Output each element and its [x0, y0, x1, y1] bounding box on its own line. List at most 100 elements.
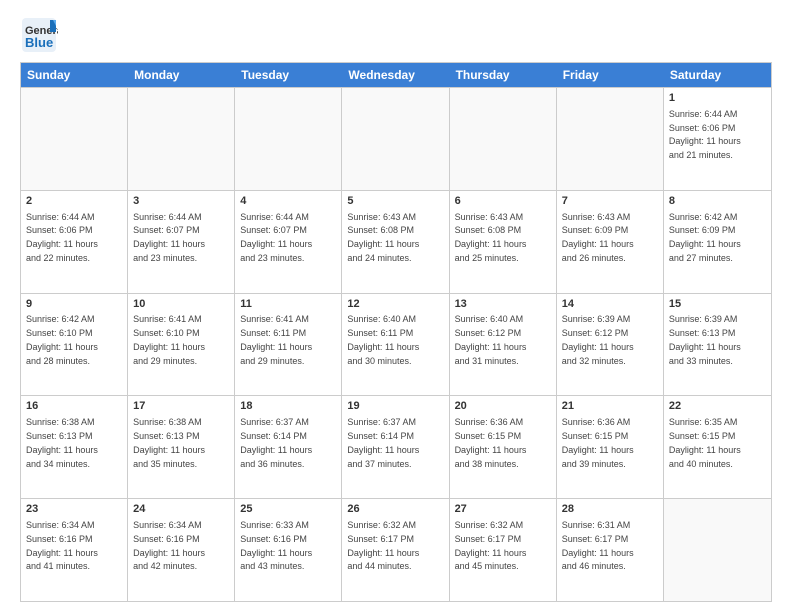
calendar-cell — [450, 88, 557, 190]
day-info: Sunrise: 6:44 AM Sunset: 6:06 PM Dayligh… — [669, 109, 741, 160]
day-info: Sunrise: 6:31 AM Sunset: 6:17 PM Dayligh… — [562, 520, 634, 571]
calendar-cell — [235, 88, 342, 190]
day-number: 15 — [669, 297, 766, 312]
calendar-row: 2 Sunrise: 6:44 AM Sunset: 6:06 PM Daylig… — [21, 190, 771, 293]
day-number: 5 — [347, 194, 443, 209]
day-info: Sunrise: 6:37 AM Sunset: 6:14 PM Dayligh… — [347, 417, 419, 468]
day-info: Sunrise: 6:42 AM Sunset: 6:09 PM Dayligh… — [669, 212, 741, 263]
calendar-cell — [21, 88, 128, 190]
day-number: 3 — [133, 194, 229, 209]
calendar-cell: 10 Sunrise: 6:41 AM Sunset: 6:10 PM Dayli… — [128, 294, 235, 396]
day-info: Sunrise: 6:40 AM Sunset: 6:12 PM Dayligh… — [455, 314, 527, 365]
calendar-body: 1Sunrise: 6:44 AM Sunset: 6:06 PM Daylig… — [21, 87, 771, 601]
weekday-header: Monday — [128, 63, 235, 87]
page: General Blue SundayMondayTuesdayWednesda… — [0, 0, 792, 612]
weekday-header: Sunday — [21, 63, 128, 87]
day-info: Sunrise: 6:34 AM Sunset: 6:16 PM Dayligh… — [26, 520, 98, 571]
weekday-header: Friday — [557, 63, 664, 87]
day-number: 2 — [26, 194, 122, 209]
calendar-cell: 20Sunrise: 6:36 AM Sunset: 6:15 PM Dayli… — [450, 396, 557, 498]
day-info: Sunrise: 6:32 AM Sunset: 6:17 PM Dayligh… — [347, 520, 419, 571]
day-number: 7 — [562, 194, 658, 209]
calendar-cell: 5 Sunrise: 6:43 AM Sunset: 6:08 PM Daylig… — [342, 191, 449, 293]
day-number: 11 — [240, 297, 336, 312]
calendar-cell — [664, 499, 771, 601]
weekday-header: Tuesday — [235, 63, 342, 87]
day-number: 25 — [240, 502, 336, 517]
day-number: 16 — [26, 399, 122, 414]
day-info: Sunrise: 6:39 AM Sunset: 6:12 PM Dayligh… — [562, 314, 634, 365]
svg-text:Blue: Blue — [25, 35, 53, 50]
day-number: 17 — [133, 399, 229, 414]
day-number: 18 — [240, 399, 336, 414]
day-info: Sunrise: 6:44 AM Sunset: 6:07 PM Dayligh… — [133, 212, 205, 263]
calendar-cell: 14 Sunrise: 6:39 AM Sunset: 6:12 PM Dayli… — [557, 294, 664, 396]
calendar-cell: 23Sunrise: 6:34 AM Sunset: 6:16 PM Dayli… — [21, 499, 128, 601]
calendar-cell: 17 Sunrise: 6:38 AM Sunset: 6:13 PM Dayli… — [128, 396, 235, 498]
calendar-row: 16 Sunrise: 6:38 AM Sunset: 6:13 PM Dayli… — [21, 395, 771, 498]
day-info: Sunrise: 6:39 AM Sunset: 6:13 PM Dayligh… — [669, 314, 741, 365]
day-info: Sunrise: 6:43 AM Sunset: 6:08 PM Dayligh… — [347, 212, 419, 263]
logo: General Blue — [20, 16, 58, 54]
calendar-cell — [342, 88, 449, 190]
calendar-cell: 4Sunrise: 6:44 AM Sunset: 6:07 PM Daylig… — [235, 191, 342, 293]
day-number: 22 — [669, 399, 766, 414]
day-number: 21 — [562, 399, 658, 414]
calendar-cell: 26 Sunrise: 6:32 AM Sunset: 6:17 PM Dayli… — [342, 499, 449, 601]
day-info: Sunrise: 6:36 AM Sunset: 6:15 PM Dayligh… — [455, 417, 527, 468]
day-number: 27 — [455, 502, 551, 517]
day-number: 6 — [455, 194, 551, 209]
day-number: 4 — [240, 194, 336, 209]
day-number: 14 — [562, 297, 658, 312]
calendar-cell: 21 Sunrise: 6:36 AM Sunset: 6:15 PM Dayli… — [557, 396, 664, 498]
weekday-header: Wednesday — [342, 63, 449, 87]
weekday-header: Saturday — [664, 63, 771, 87]
day-info: Sunrise: 6:37 AM Sunset: 6:14 PM Dayligh… — [240, 417, 312, 468]
day-info: Sunrise: 6:36 AM Sunset: 6:15 PM Dayligh… — [562, 417, 634, 468]
calendar-cell: 6 Sunrise: 6:43 AM Sunset: 6:08 PM Daylig… — [450, 191, 557, 293]
day-number: 24 — [133, 502, 229, 517]
calendar-cell: 1Sunrise: 6:44 AM Sunset: 6:06 PM Daylig… — [664, 88, 771, 190]
day-info: Sunrise: 6:44 AM Sunset: 6:06 PM Dayligh… — [26, 212, 98, 263]
day-info: Sunrise: 6:35 AM Sunset: 6:15 PM Dayligh… — [669, 417, 741, 468]
day-info: Sunrise: 6:32 AM Sunset: 6:17 PM Dayligh… — [455, 520, 527, 571]
calendar-header: SundayMondayTuesdayWednesdayThursdayFrid… — [21, 63, 771, 87]
calendar-cell: 16 Sunrise: 6:38 AM Sunset: 6:13 PM Dayli… — [21, 396, 128, 498]
calendar-cell: 3 Sunrise: 6:44 AM Sunset: 6:07 PM Daylig… — [128, 191, 235, 293]
calendar-cell: 9 Sunrise: 6:42 AM Sunset: 6:10 PM Daylig… — [21, 294, 128, 396]
day-info: Sunrise: 6:34 AM Sunset: 6:16 PM Dayligh… — [133, 520, 205, 571]
day-number: 8 — [669, 194, 766, 209]
day-number: 26 — [347, 502, 443, 517]
calendar-cell: 2 Sunrise: 6:44 AM Sunset: 6:06 PM Daylig… — [21, 191, 128, 293]
calendar-cell: 11 Sunrise: 6:41 AM Sunset: 6:11 PM Dayli… — [235, 294, 342, 396]
day-info: Sunrise: 6:42 AM Sunset: 6:10 PM Dayligh… — [26, 314, 98, 365]
calendar-row: 9 Sunrise: 6:42 AM Sunset: 6:10 PM Daylig… — [21, 293, 771, 396]
calendar-cell: 7 Sunrise: 6:43 AM Sunset: 6:09 PM Daylig… — [557, 191, 664, 293]
day-info: Sunrise: 6:43 AM Sunset: 6:09 PM Dayligh… — [562, 212, 634, 263]
calendar: SundayMondayTuesdayWednesdayThursdayFrid… — [20, 62, 772, 602]
logo-icon: General Blue — [20, 16, 58, 54]
day-info: Sunrise: 6:38 AM Sunset: 6:13 PM Dayligh… — [26, 417, 98, 468]
day-number: 9 — [26, 297, 122, 312]
calendar-cell — [557, 88, 664, 190]
calendar-cell: 19 Sunrise: 6:37 AM Sunset: 6:14 PM Dayli… — [342, 396, 449, 498]
calendar-cell: 15 Sunrise: 6:39 AM Sunset: 6:13 PM Dayli… — [664, 294, 771, 396]
calendar-cell: 18 Sunrise: 6:37 AM Sunset: 6:14 PM Dayli… — [235, 396, 342, 498]
calendar-cell: 25 Sunrise: 6:33 AM Sunset: 6:16 PM Dayli… — [235, 499, 342, 601]
calendar-row: 1Sunrise: 6:44 AM Sunset: 6:06 PM Daylig… — [21, 87, 771, 190]
day-number: 19 — [347, 399, 443, 414]
day-info: Sunrise: 6:40 AM Sunset: 6:11 PM Dayligh… — [347, 314, 419, 365]
header: General Blue — [20, 16, 772, 54]
day-info: Sunrise: 6:41 AM Sunset: 6:10 PM Dayligh… — [133, 314, 205, 365]
calendar-cell: 27 Sunrise: 6:32 AM Sunset: 6:17 PM Dayli… — [450, 499, 557, 601]
day-info: Sunrise: 6:43 AM Sunset: 6:08 PM Dayligh… — [455, 212, 527, 263]
day-info: Sunrise: 6:38 AM Sunset: 6:13 PM Dayligh… — [133, 417, 205, 468]
calendar-cell — [128, 88, 235, 190]
day-number: 28 — [562, 502, 658, 517]
calendar-cell: 28 Sunrise: 6:31 AM Sunset: 6:17 PM Dayli… — [557, 499, 664, 601]
calendar-cell: 8 Sunrise: 6:42 AM Sunset: 6:09 PM Daylig… — [664, 191, 771, 293]
day-number: 10 — [133, 297, 229, 312]
day-info: Sunrise: 6:41 AM Sunset: 6:11 PM Dayligh… — [240, 314, 312, 365]
day-info: Sunrise: 6:33 AM Sunset: 6:16 PM Dayligh… — [240, 520, 312, 571]
calendar-cell: 13Sunrise: 6:40 AM Sunset: 6:12 PM Dayli… — [450, 294, 557, 396]
